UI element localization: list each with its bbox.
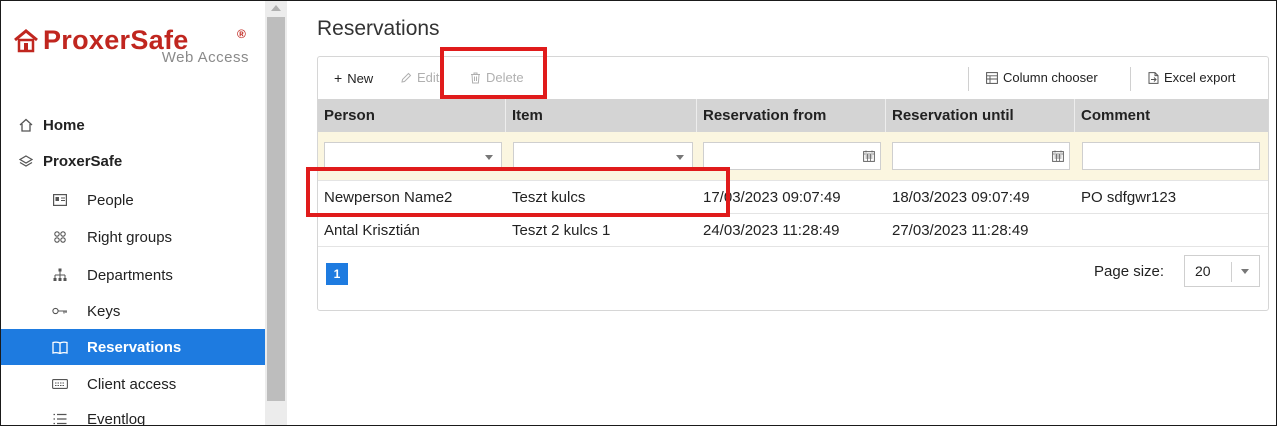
- column-header-reservation-until[interactable]: Reservation until: [886, 99, 1075, 132]
- excel-export-icon: [1148, 71, 1159, 84]
- home-icon: [17, 116, 35, 134]
- sidebar-item-proxersafe[interactable]: ProxerSafe: [1, 143, 265, 179]
- new-button[interactable]: + New: [334, 70, 373, 86]
- table-row[interactable]: Newperson Name2 Teszt kulcs 17/03/2023 0…: [318, 180, 1268, 213]
- logo[interactable]: ProxerSafe ® Web Access: [13, 25, 261, 77]
- sidebar-item-label: Reservations: [87, 338, 182, 356]
- chevron-down-icon[interactable]: [1241, 269, 1249, 274]
- person-filter-select[interactable]: [324, 142, 502, 170]
- keyboard-icon: [51, 375, 69, 393]
- cell-person: Antal Krisztián: [324, 222, 420, 239]
- column-header-comment[interactable]: Comment: [1075, 99, 1268, 132]
- column-chooser-button[interactable]: Column chooser: [986, 70, 1098, 85]
- app-window: ProxerSafe ® Web Access Home ProxerSafe …: [0, 0, 1277, 426]
- key-icon: [51, 302, 69, 320]
- cell-person: Newperson Name2: [324, 189, 453, 206]
- grid-toolbar: + New Edit Delete Column chooser Excel e…: [318, 57, 1268, 99]
- house-logo-icon: [14, 29, 38, 53]
- sidebar-item-eventlog[interactable]: Eventlog: [1, 401, 265, 426]
- group-icon: [51, 228, 69, 246]
- sidebar-item-label: Eventlog: [87, 410, 146, 426]
- sidebar-item-label: Departments: [87, 266, 173, 284]
- select-divider: [1231, 262, 1232, 282]
- column-chooser-label: Column chooser: [1003, 70, 1098, 85]
- sidebar-item-label: Right groups: [87, 228, 173, 246]
- scrollbar-thumb[interactable]: [267, 17, 285, 401]
- chevron-down-icon[interactable]: [676, 155, 684, 160]
- page-size-value: 20: [1195, 263, 1211, 279]
- reservations-grid-panel: + New Edit Delete Column chooser Excel e…: [317, 56, 1269, 311]
- reservation-from-filter-date[interactable]: [703, 142, 881, 170]
- comment-filter-input[interactable]: [1082, 142, 1260, 170]
- sidebar-item-label: Keys: [87, 302, 121, 320]
- calendar-icon[interactable]: [1052, 150, 1064, 162]
- sidebar-item-label: People: [87, 191, 134, 209]
- page-size-label: Page size:: [1094, 263, 1165, 280]
- cell-comment: PO sdfgwr123: [1081, 189, 1177, 206]
- delete-button[interactable]: Delete: [470, 70, 524, 85]
- scroll-up-arrow-icon[interactable]: [271, 5, 281, 11]
- cell-reservation-until: 18/03/2023 09:07:49: [892, 189, 1030, 206]
- layers-icon: [17, 152, 35, 170]
- item-filter-select[interactable]: [513, 142, 693, 170]
- excel-export-button[interactable]: Excel export: [1148, 70, 1236, 85]
- trash-icon: [471, 72, 480, 83]
- filter-row: [318, 132, 1268, 180]
- edit-button[interactable]: Edit: [400, 70, 439, 85]
- page-button-1[interactable]: 1: [326, 263, 348, 285]
- id-card-icon: [51, 191, 69, 209]
- sidebar-item-label: Home: [43, 116, 85, 134]
- reservation-until-filter-date[interactable]: [892, 142, 1070, 170]
- sidebar-item-client-access[interactable]: Client access: [1, 366, 265, 402]
- registered-mark: ®: [237, 27, 246, 41]
- page-size-select[interactable]: 20: [1184, 255, 1260, 287]
- brand-subtitle: Web Access: [161, 49, 249, 66]
- sidebar-item-keys[interactable]: Keys: [1, 293, 265, 329]
- delete-button-label: Delete: [486, 70, 524, 85]
- pencil-icon: [401, 72, 412, 83]
- sidebar-item-right-groups[interactable]: Right groups: [1, 219, 265, 255]
- pager: 1 Page size: 20: [318, 246, 1268, 310]
- cell-item: Teszt 2 kulcs 1: [512, 222, 611, 239]
- list-icon: [51, 410, 69, 425]
- toolbar-divider: [968, 67, 969, 91]
- column-chooser-icon: [986, 71, 998, 84]
- table-row[interactable]: Antal Krisztián Teszt 2 kulcs 1 24/03/20…: [318, 213, 1268, 246]
- grid-header-row: Person Item Reservation from Reservation…: [318, 99, 1268, 132]
- plus-icon: +: [334, 70, 343, 86]
- excel-export-label: Excel export: [1164, 70, 1236, 85]
- new-button-label: New: [347, 70, 374, 86]
- cell-item: Teszt kulcs: [512, 189, 586, 206]
- toolbar-divider: [1130, 67, 1131, 91]
- column-header-item[interactable]: Item: [506, 99, 697, 132]
- column-header-reservation-from[interactable]: Reservation from: [697, 99, 886, 132]
- cell-reservation-from: 24/03/2023 11:28:49: [703, 222, 840, 239]
- book-icon: [51, 338, 69, 356]
- sidebar: ProxerSafe ® Web Access Home ProxerSafe …: [1, 1, 265, 425]
- cell-comment: [1075, 214, 1268, 247]
- cell-reservation-from: 17/03/2023 09:07:49: [703, 189, 841, 206]
- sidebar-item-departments[interactable]: Departments: [1, 257, 265, 293]
- chevron-down-icon[interactable]: [485, 155, 493, 160]
- org-chart-icon: [51, 266, 69, 284]
- sidebar-item-label: ProxerSafe: [43, 152, 123, 170]
- sidebar-item-label: Client access: [87, 375, 177, 393]
- column-header-person[interactable]: Person: [318, 99, 506, 132]
- page-title: Reservations: [317, 17, 440, 40]
- edit-button-label: Edit: [417, 70, 440, 85]
- sidebar-item-home[interactable]: Home: [1, 107, 265, 143]
- sidebar-item-people[interactable]: People: [1, 182, 265, 218]
- calendar-icon[interactable]: [863, 150, 875, 162]
- cell-reservation-until: 27/03/2023 11:28:49: [892, 222, 1029, 239]
- sidebar-item-reservations[interactable]: Reservations: [1, 329, 265, 365]
- sidebar-scrollbar[interactable]: [265, 1, 287, 425]
